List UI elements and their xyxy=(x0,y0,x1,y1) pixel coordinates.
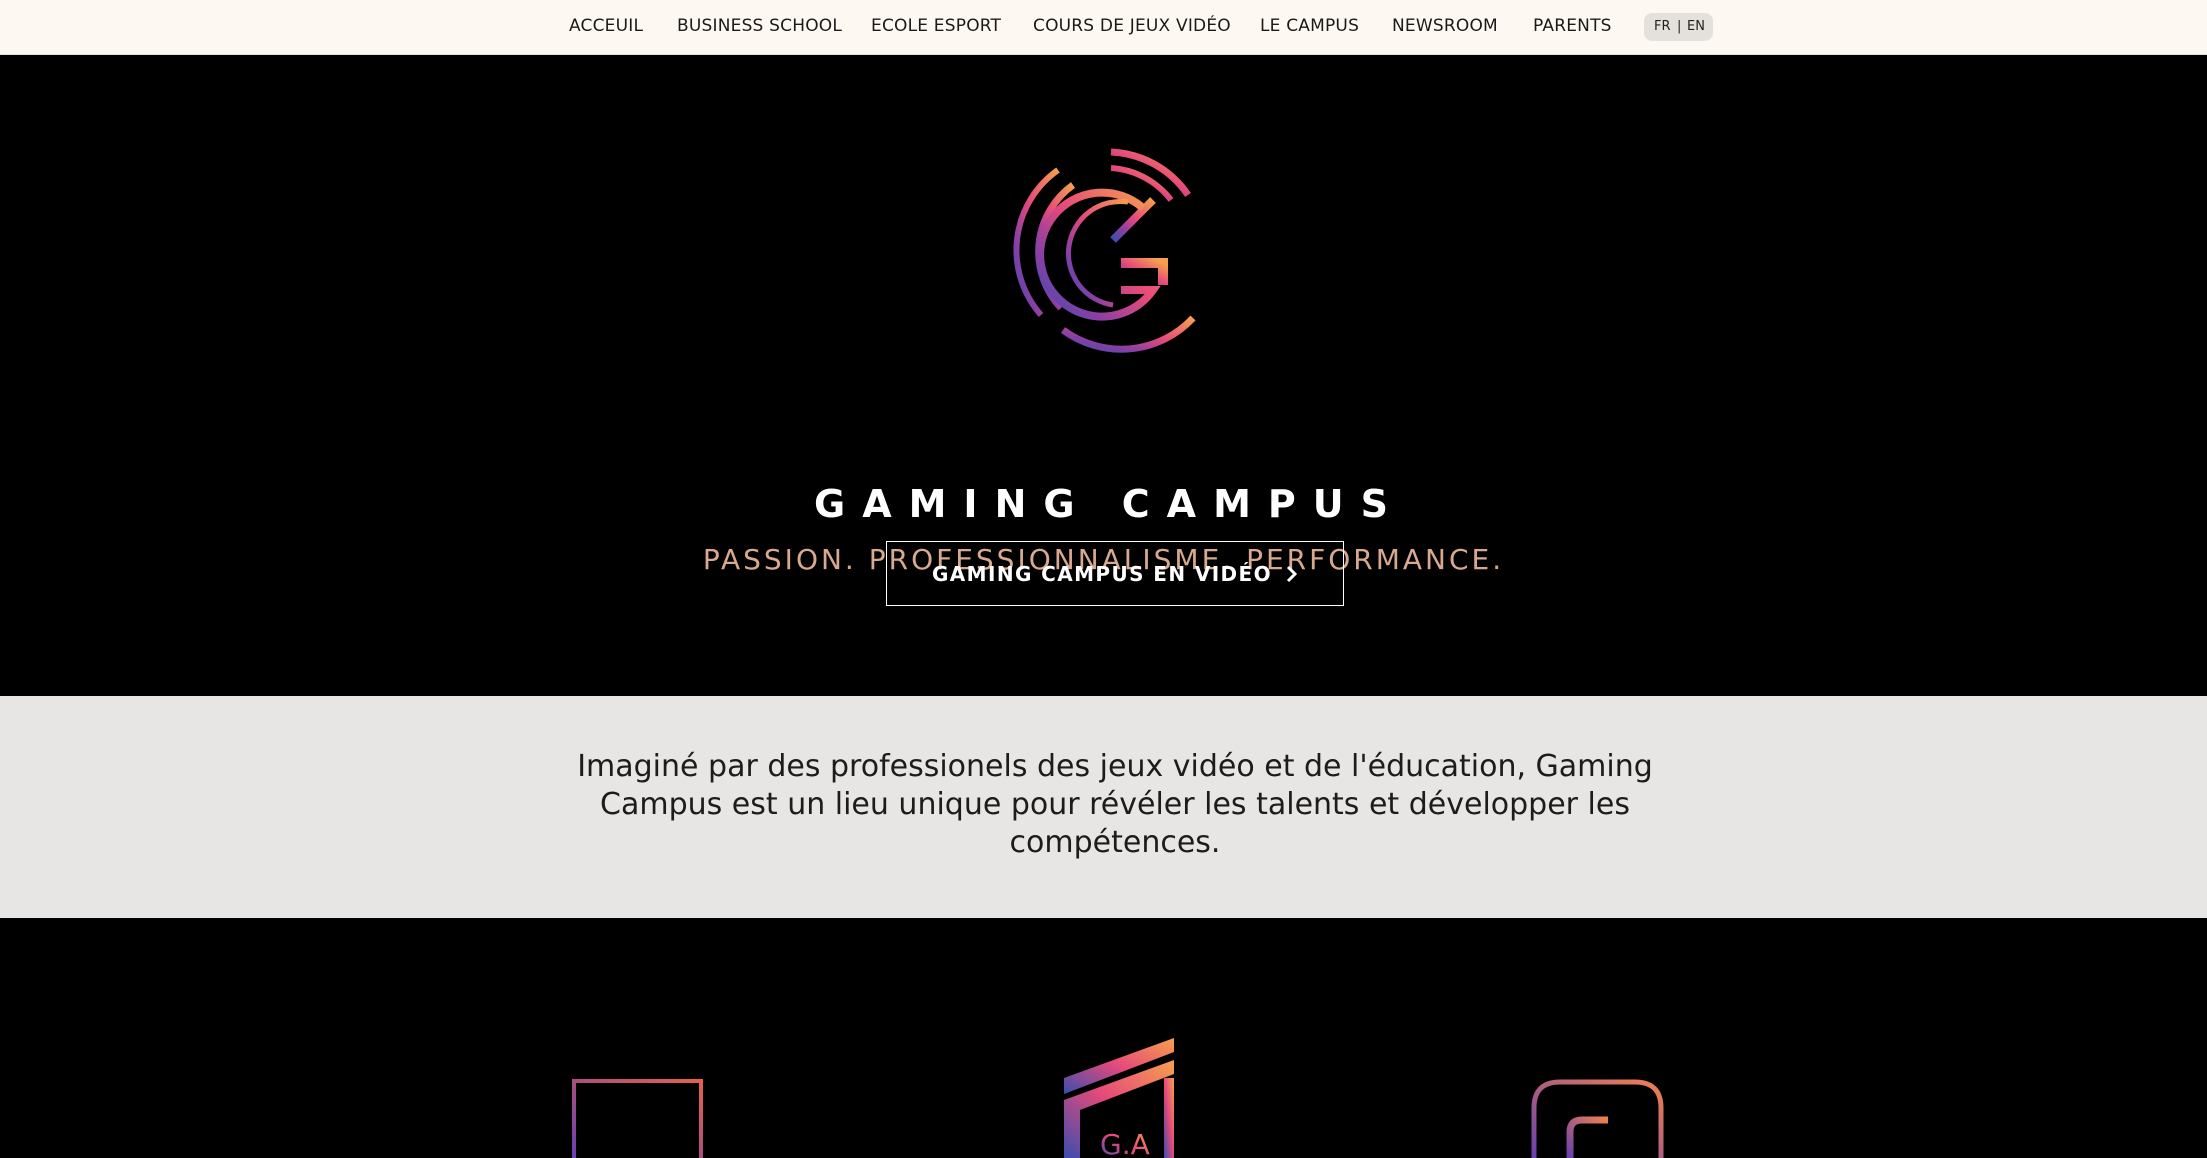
school-logo-gl-icon[interactable] xyxy=(1530,1078,1665,1158)
nav-item-parents[interactable]: PARENTS xyxy=(1533,16,1612,36)
school-logo-square-icon[interactable] xyxy=(570,1078,705,1158)
chevron-right-icon xyxy=(1286,565,1298,582)
hero-title: GAMING CAMPUS xyxy=(814,482,1405,526)
nav-item-cours-jeux-video[interactable]: COURS DE JEUX VIDÉO xyxy=(1033,16,1231,36)
schools-section: G.A xyxy=(0,918,2207,1158)
nav-item-ecole-esport[interactable]: ECOLE ESPORT xyxy=(871,16,1001,36)
nav-item-business-school[interactable]: BUSINESS SCHOOL xyxy=(677,16,842,36)
intro-text: Imaginé par des professionels des jeux v… xyxy=(577,749,1653,860)
nav-item-le-campus[interactable]: LE CAMPUS xyxy=(1260,16,1359,36)
top-navigation: ACCEUIL BUSINESS SCHOOL ECOLE ESPORT COU… xyxy=(0,0,2207,55)
language-switcher: FR | EN xyxy=(1644,13,1713,41)
nav-item-newsroom[interactable]: NEWSROOM xyxy=(1392,16,1498,36)
video-button-label: GAMING CAMPUS EN VIDÉO xyxy=(931,561,1273,586)
lang-fr-button[interactable]: FR xyxy=(1654,19,1671,34)
gaming-campus-video-button[interactable]: GAMING CAMPUS EN VIDÉO xyxy=(886,541,1344,606)
hero-section: GAMING CAMPUS PASSION. PROFESSIONNALISME… xyxy=(0,55,2207,696)
intro-section: Imaginé par des professionels des jeux v… xyxy=(0,696,2207,918)
gaming-campus-logo-icon xyxy=(1013,148,1196,353)
svg-text:G.A: G.A xyxy=(1100,1128,1150,1158)
lang-en-button[interactable]: EN xyxy=(1687,19,1705,34)
school-logo-ga-icon[interactable]: G.A xyxy=(1060,1038,1180,1158)
lang-separator: | xyxy=(1677,19,1682,34)
nav-item-accueil[interactable]: ACCEUIL xyxy=(569,16,643,36)
